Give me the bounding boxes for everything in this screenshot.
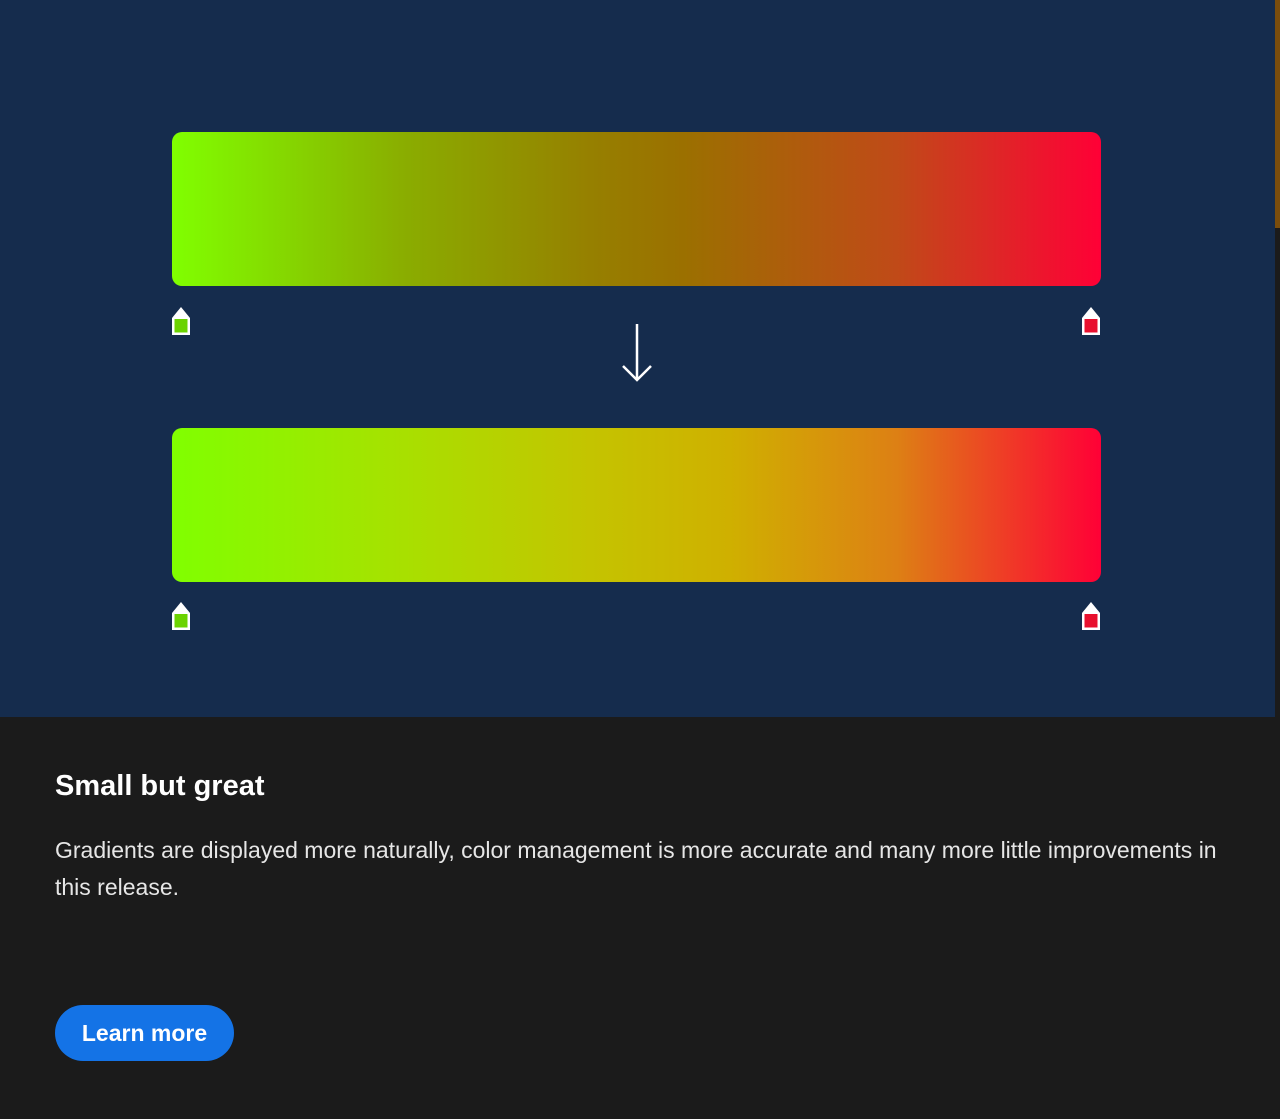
learn-more-button[interactable]: Learn more — [55, 1005, 234, 1061]
next-card-edge[interactable] — [1275, 0, 1280, 1119]
color-stop-green-icon — [172, 307, 190, 335]
color-stop-red-icon — [1082, 307, 1100, 335]
gradient-bar-before — [172, 132, 1101, 286]
feature-card: Small but great Gradients are displayed … — [0, 0, 1275, 1119]
arrow-down-icon — [622, 324, 652, 382]
color-stop-green-icon — [172, 602, 190, 630]
card-title: Small but great — [55, 770, 265, 802]
gradient-illustration — [0, 0, 1275, 717]
gradient-bar-after — [172, 428, 1101, 582]
card-description: Gradients are displayed more naturally, … — [55, 837, 1217, 900]
color-stop-red-icon — [1082, 602, 1100, 630]
